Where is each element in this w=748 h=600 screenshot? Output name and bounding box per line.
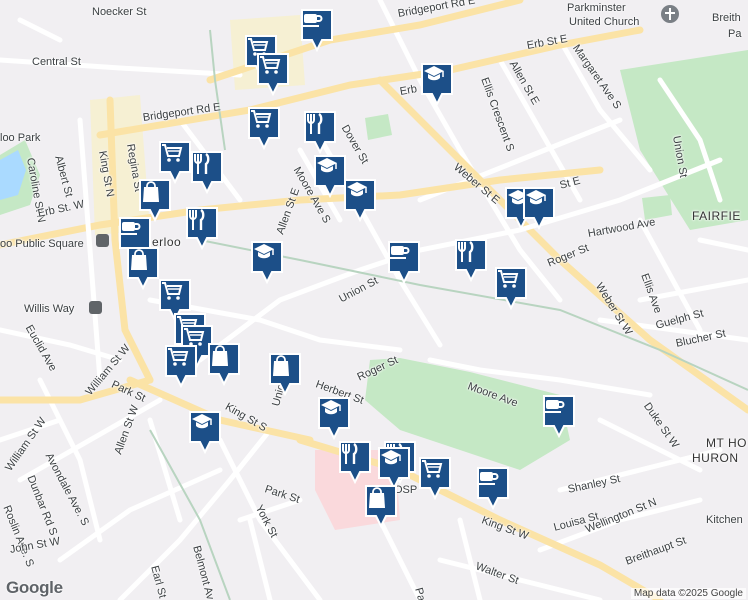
map-marker[interactable]: [454, 238, 488, 282]
district-label: HURON: [692, 451, 739, 465]
map-marker[interactable]: [542, 394, 576, 438]
map-marker[interactable]: [185, 206, 219, 250]
map-marker[interactable]: [420, 62, 454, 106]
place-label: Willis Way: [24, 303, 75, 315]
map-marker[interactable]: [476, 466, 510, 510]
bag-icon: [271, 355, 299, 383]
map-marker[interactable]: [188, 410, 222, 454]
cafe-icon: [121, 219, 149, 247]
map-canvas[interactable]: Noecker St Bridgeport Rd E Parkminster U…: [0, 0, 748, 600]
map-marker[interactable]: [250, 240, 284, 284]
map-marker[interactable]: [343, 178, 377, 222]
map-marker[interactable]: [338, 440, 372, 484]
cart-icon: [161, 281, 189, 309]
school-icon: [191, 413, 219, 441]
district-label: MT HO: [706, 436, 747, 450]
map-marker[interactable]: [313, 154, 347, 198]
map-marker[interactable]: [317, 396, 351, 440]
bag-icon: [129, 249, 157, 277]
street-label: Central St: [32, 56, 81, 68]
cart-icon: [167, 347, 195, 375]
map-marker[interactable]: [190, 150, 224, 194]
map-marker[interactable]: [256, 52, 290, 96]
map-marker[interactable]: [268, 352, 302, 396]
map-marker[interactable]: [207, 342, 241, 386]
district-label: FAIRFIE: [692, 209, 741, 223]
google-logo: Google: [6, 578, 63, 597]
map-marker[interactable]: [494, 266, 528, 310]
school-icon: [380, 449, 408, 477]
cart-icon: [259, 55, 287, 83]
map-marker[interactable]: [247, 106, 281, 150]
bag-icon: [210, 345, 238, 373]
cart-icon: [421, 459, 449, 487]
cafe-icon: [479, 469, 507, 497]
place-label: United Church: [569, 16, 640, 28]
cart-icon: [497, 269, 525, 297]
restaurant-icon: [457, 241, 485, 269]
restaurant-icon: [193, 153, 221, 181]
place-label: Parkminster: [567, 2, 626, 14]
school-icon: [346, 181, 374, 209]
bag-icon: [367, 487, 395, 515]
school-icon: [423, 65, 451, 93]
map-marker[interactable]: [164, 344, 198, 388]
cafe-icon: [390, 243, 418, 271]
street-label: Noecker St: [92, 6, 147, 18]
place-label: oo Public Square: [0, 238, 84, 250]
place-label: Breith: [712, 12, 741, 24]
transit-icon: [96, 234, 109, 247]
map-attribution[interactable]: Map data ©2025 Google: [630, 588, 746, 599]
place-label: Kitchen: [706, 514, 743, 526]
place-label: Pa: [728, 28, 742, 40]
map-marker[interactable]: [303, 110, 337, 154]
cafe-icon: [545, 397, 573, 425]
cafe-icon: [303, 11, 331, 39]
transit-icon: [89, 301, 102, 314]
map-marker[interactable]: [126, 246, 160, 290]
map-marker[interactable]: [364, 484, 398, 528]
map-marker[interactable]: [418, 456, 452, 500]
restaurant-icon: [341, 443, 369, 471]
school-icon: [320, 399, 348, 427]
school-icon: [316, 157, 344, 185]
school-icon: [525, 189, 553, 217]
restaurant-icon: [306, 113, 334, 141]
restaurant-icon: [188, 209, 216, 237]
map-marker[interactable]: [300, 8, 334, 52]
bag-icon: [141, 181, 169, 209]
map-marker[interactable]: [522, 186, 556, 230]
school-icon: [253, 243, 281, 271]
place-label: loo Park: [0, 132, 41, 144]
cart-icon: [161, 143, 189, 171]
cart-icon: [250, 109, 278, 137]
map-marker[interactable]: [387, 240, 421, 284]
